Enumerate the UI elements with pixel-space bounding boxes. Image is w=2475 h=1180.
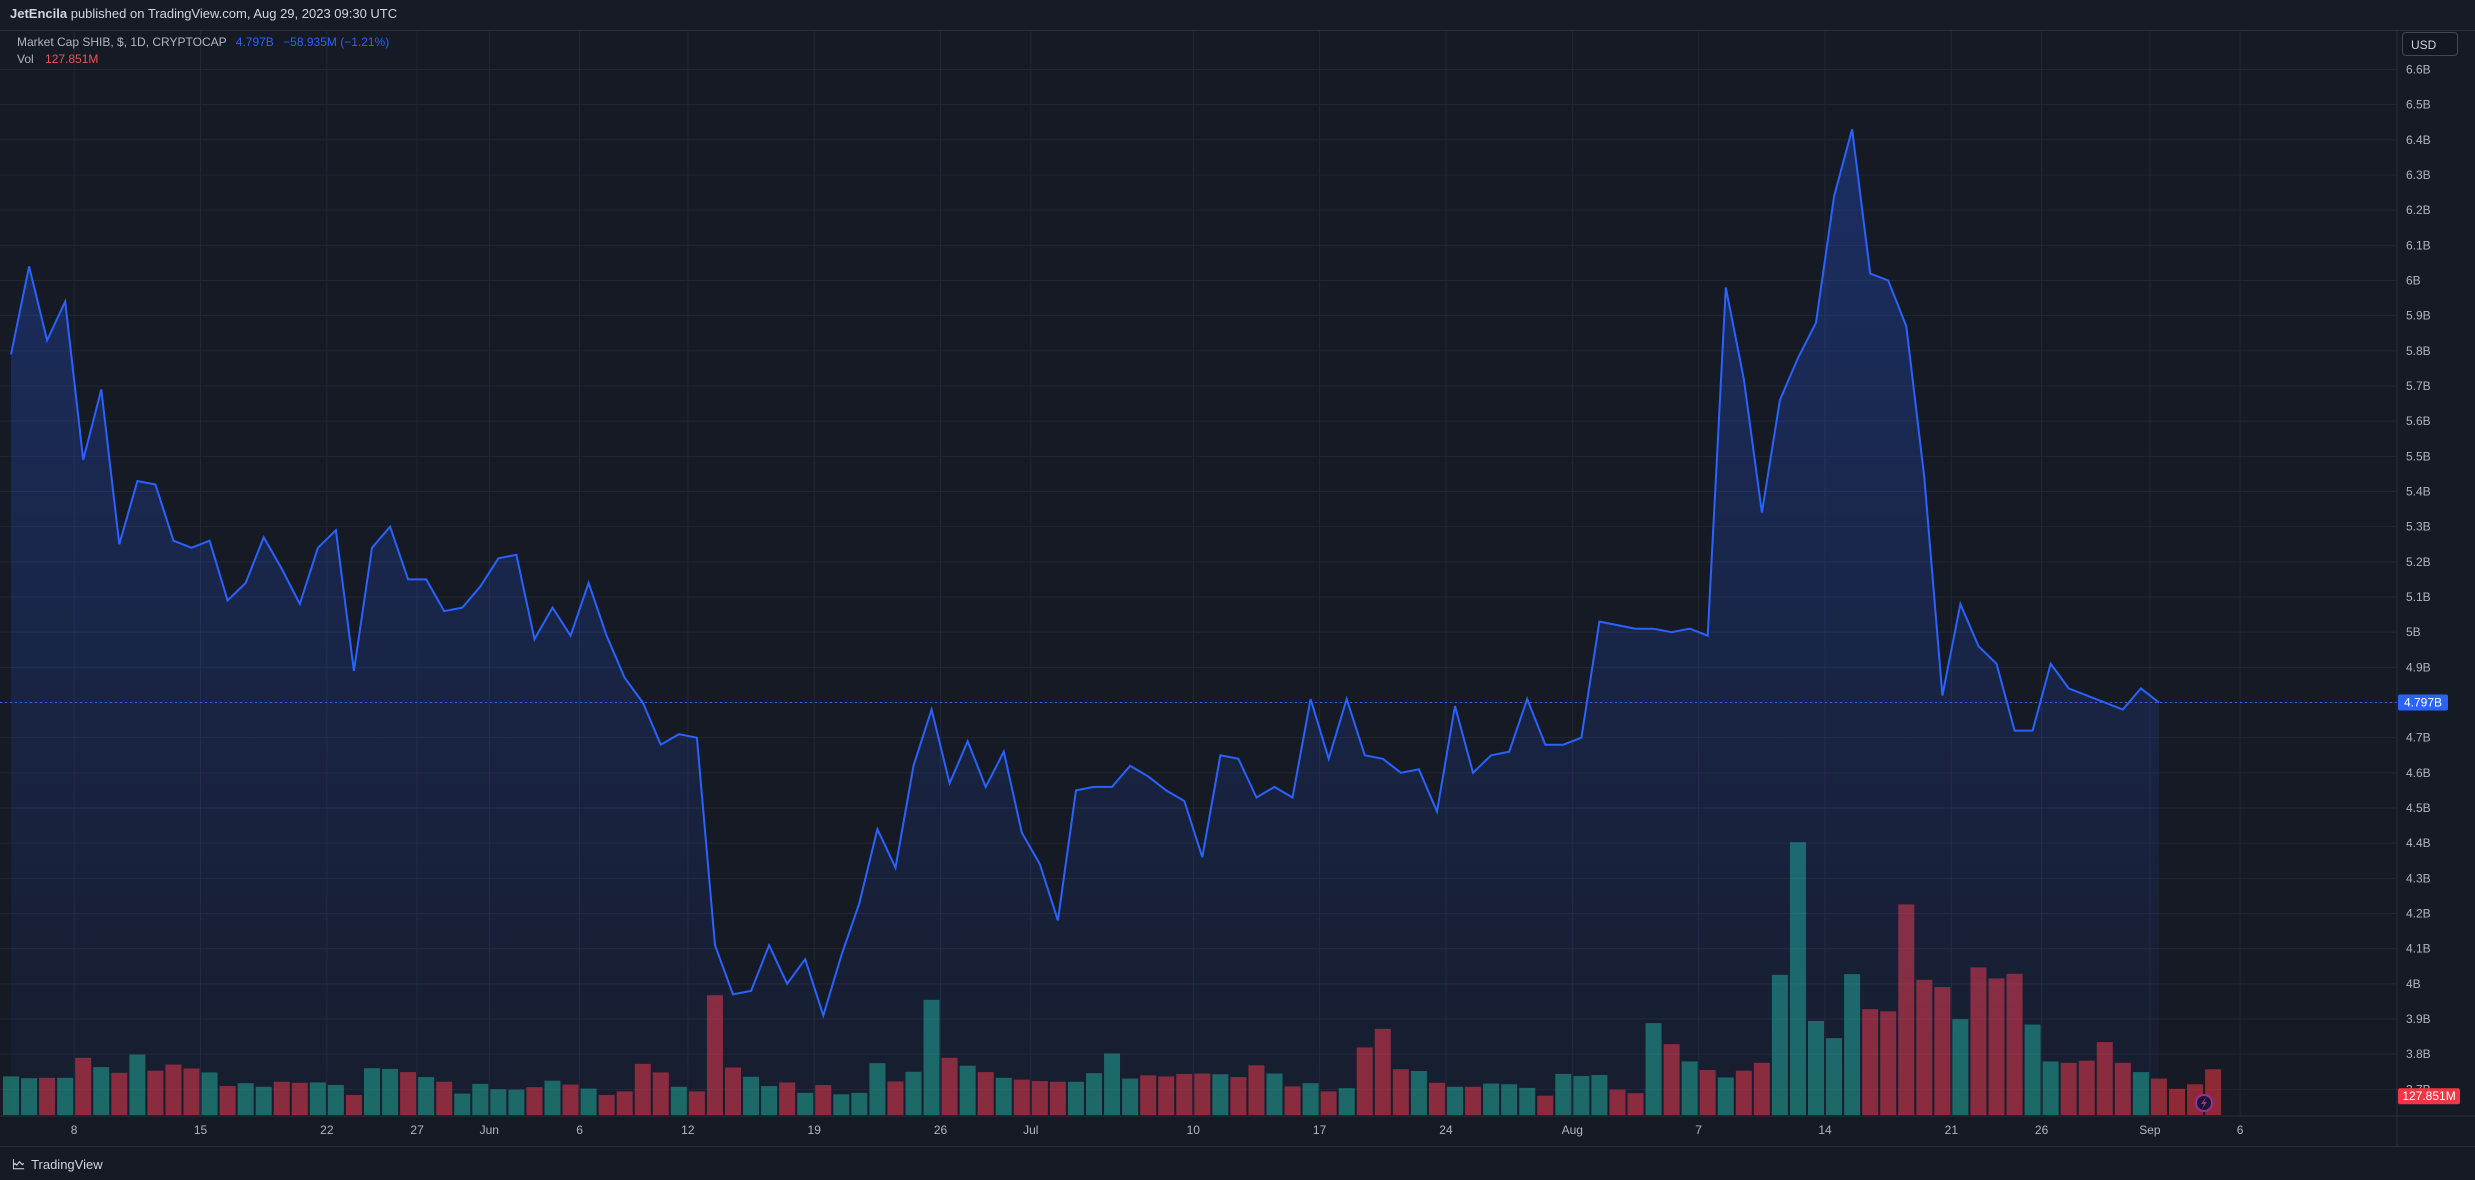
y-tick-label: 6.2B [2406, 203, 2431, 217]
x-tick-label: Jul [1023, 1123, 1038, 1137]
symbol-title: Market Cap SHIB, $, 1D, CRYPTOCAP [17, 35, 227, 49]
y-tick-label: 5.1B [2406, 590, 2431, 604]
volume-legend-row[interactable]: Vol 127.851M [17, 51, 389, 68]
y-tick-label: 5.6B [2406, 414, 2431, 428]
x-tick-label: 26 [2035, 1123, 2049, 1137]
chart-area[interactable]: 3.7B3.8B3.9B4B4.1B4.2B4.3B4.4B4.5B4.6B4.… [0, 0, 2475, 1146]
y-tick-label: 3.8B [2406, 1047, 2431, 1061]
brand-name: TradingView [31, 1157, 103, 1172]
y-tick-label: 5.9B [2406, 309, 2431, 323]
last-value: 4.797B [235, 35, 274, 49]
currency-button[interactable]: USD [2402, 32, 2458, 56]
x-tick-label: 6 [2237, 1123, 2244, 1137]
tradingview-logo[interactable]: 🗠 TradingView [12, 1156, 103, 1178]
x-tick-label: 8 [71, 1123, 78, 1137]
published-text: published on TradingView.com, Aug 29, 20… [70, 6, 398, 21]
y-tick-label: 5.2B [2406, 555, 2431, 569]
y-tick-label: 5.7B [2406, 379, 2431, 393]
x-tick-label: 27 [410, 1123, 424, 1137]
volume-label: Vol [17, 52, 34, 66]
publish-info: JetEncila published on TradingView.com, … [10, 6, 397, 21]
y-tick-label: 6.3B [2406, 168, 2431, 182]
y-tick-label: 3.9B [2406, 1012, 2431, 1026]
last-volume-label: 127.851M [2402, 1089, 2455, 1103]
y-tick-label: 6.5B [2406, 98, 2431, 112]
x-tick-label: 15 [194, 1123, 208, 1137]
author-name[interactable]: JetEncila [10, 6, 67, 21]
tradingview-logo-icon: 🗠 [12, 1157, 26, 1172]
y-tick-label: 5.8B [2406, 344, 2431, 358]
x-tick-label: 6 [576, 1123, 583, 1137]
last-price-label: 4.797B [2404, 696, 2442, 710]
y-tick-label: 6.4B [2406, 133, 2431, 147]
y-tick-label: 4.5B [2406, 801, 2431, 815]
footer-bar: 🗠 TradingView [0, 1146, 2475, 1180]
volume-value: 127.851M [45, 52, 99, 66]
y-tick-label: 6.6B [2406, 63, 2431, 77]
y-tick-label: 5B [2406, 625, 2421, 639]
y-tick-label: 6B [2406, 274, 2421, 288]
x-tick-label: 26 [934, 1123, 948, 1137]
lightning-icon[interactable] [2195, 1094, 2213, 1112]
y-tick-label: 4.4B [2406, 836, 2431, 850]
y-tick-label: 4B [2406, 977, 2421, 991]
x-tick-label: 7 [1695, 1123, 1702, 1137]
y-tick-label: 5.5B [2406, 449, 2431, 463]
x-tick-label: 19 [808, 1123, 822, 1137]
y-tick-label: 4.9B [2406, 660, 2431, 674]
y-tick-label: 6.1B [2406, 238, 2431, 252]
y-tick-label: 4.3B [2406, 871, 2431, 885]
volume-bar [2169, 1088, 2185, 1115]
y-tick-label: 5.4B [2406, 485, 2431, 499]
y-tick-label: 4.1B [2406, 942, 2431, 956]
publish-header: JetEncila published on TradingView.com, … [0, 0, 2475, 31]
x-tick-label: 12 [681, 1123, 695, 1137]
y-tick-label: 4.2B [2406, 907, 2431, 921]
x-tick-label: 14 [1818, 1123, 1832, 1137]
x-tick-label: 22 [320, 1123, 334, 1137]
x-tick-label: 21 [1945, 1123, 1959, 1137]
y-tick-label: 4.7B [2406, 731, 2431, 745]
x-tick-label: 10 [1187, 1123, 1201, 1137]
x-tick-label: Aug [1562, 1123, 1583, 1137]
x-tick-label: 17 [1313, 1123, 1327, 1137]
y-tick-label: 5.3B [2406, 520, 2431, 534]
chart-legend: Market Cap SHIB, $, 1D, CRYPTOCAP 4.797B… [17, 34, 389, 68]
change-value: −58.935M (−1.21%) [283, 35, 390, 49]
y-tick-label: 4.6B [2406, 766, 2431, 780]
symbol-legend-row[interactable]: Market Cap SHIB, $, 1D, CRYPTOCAP 4.797B… [17, 34, 389, 51]
x-tick-label: Sep [2139, 1123, 2161, 1137]
x-tick-label: Jun [480, 1123, 499, 1137]
x-tick-label: 24 [1439, 1123, 1453, 1137]
